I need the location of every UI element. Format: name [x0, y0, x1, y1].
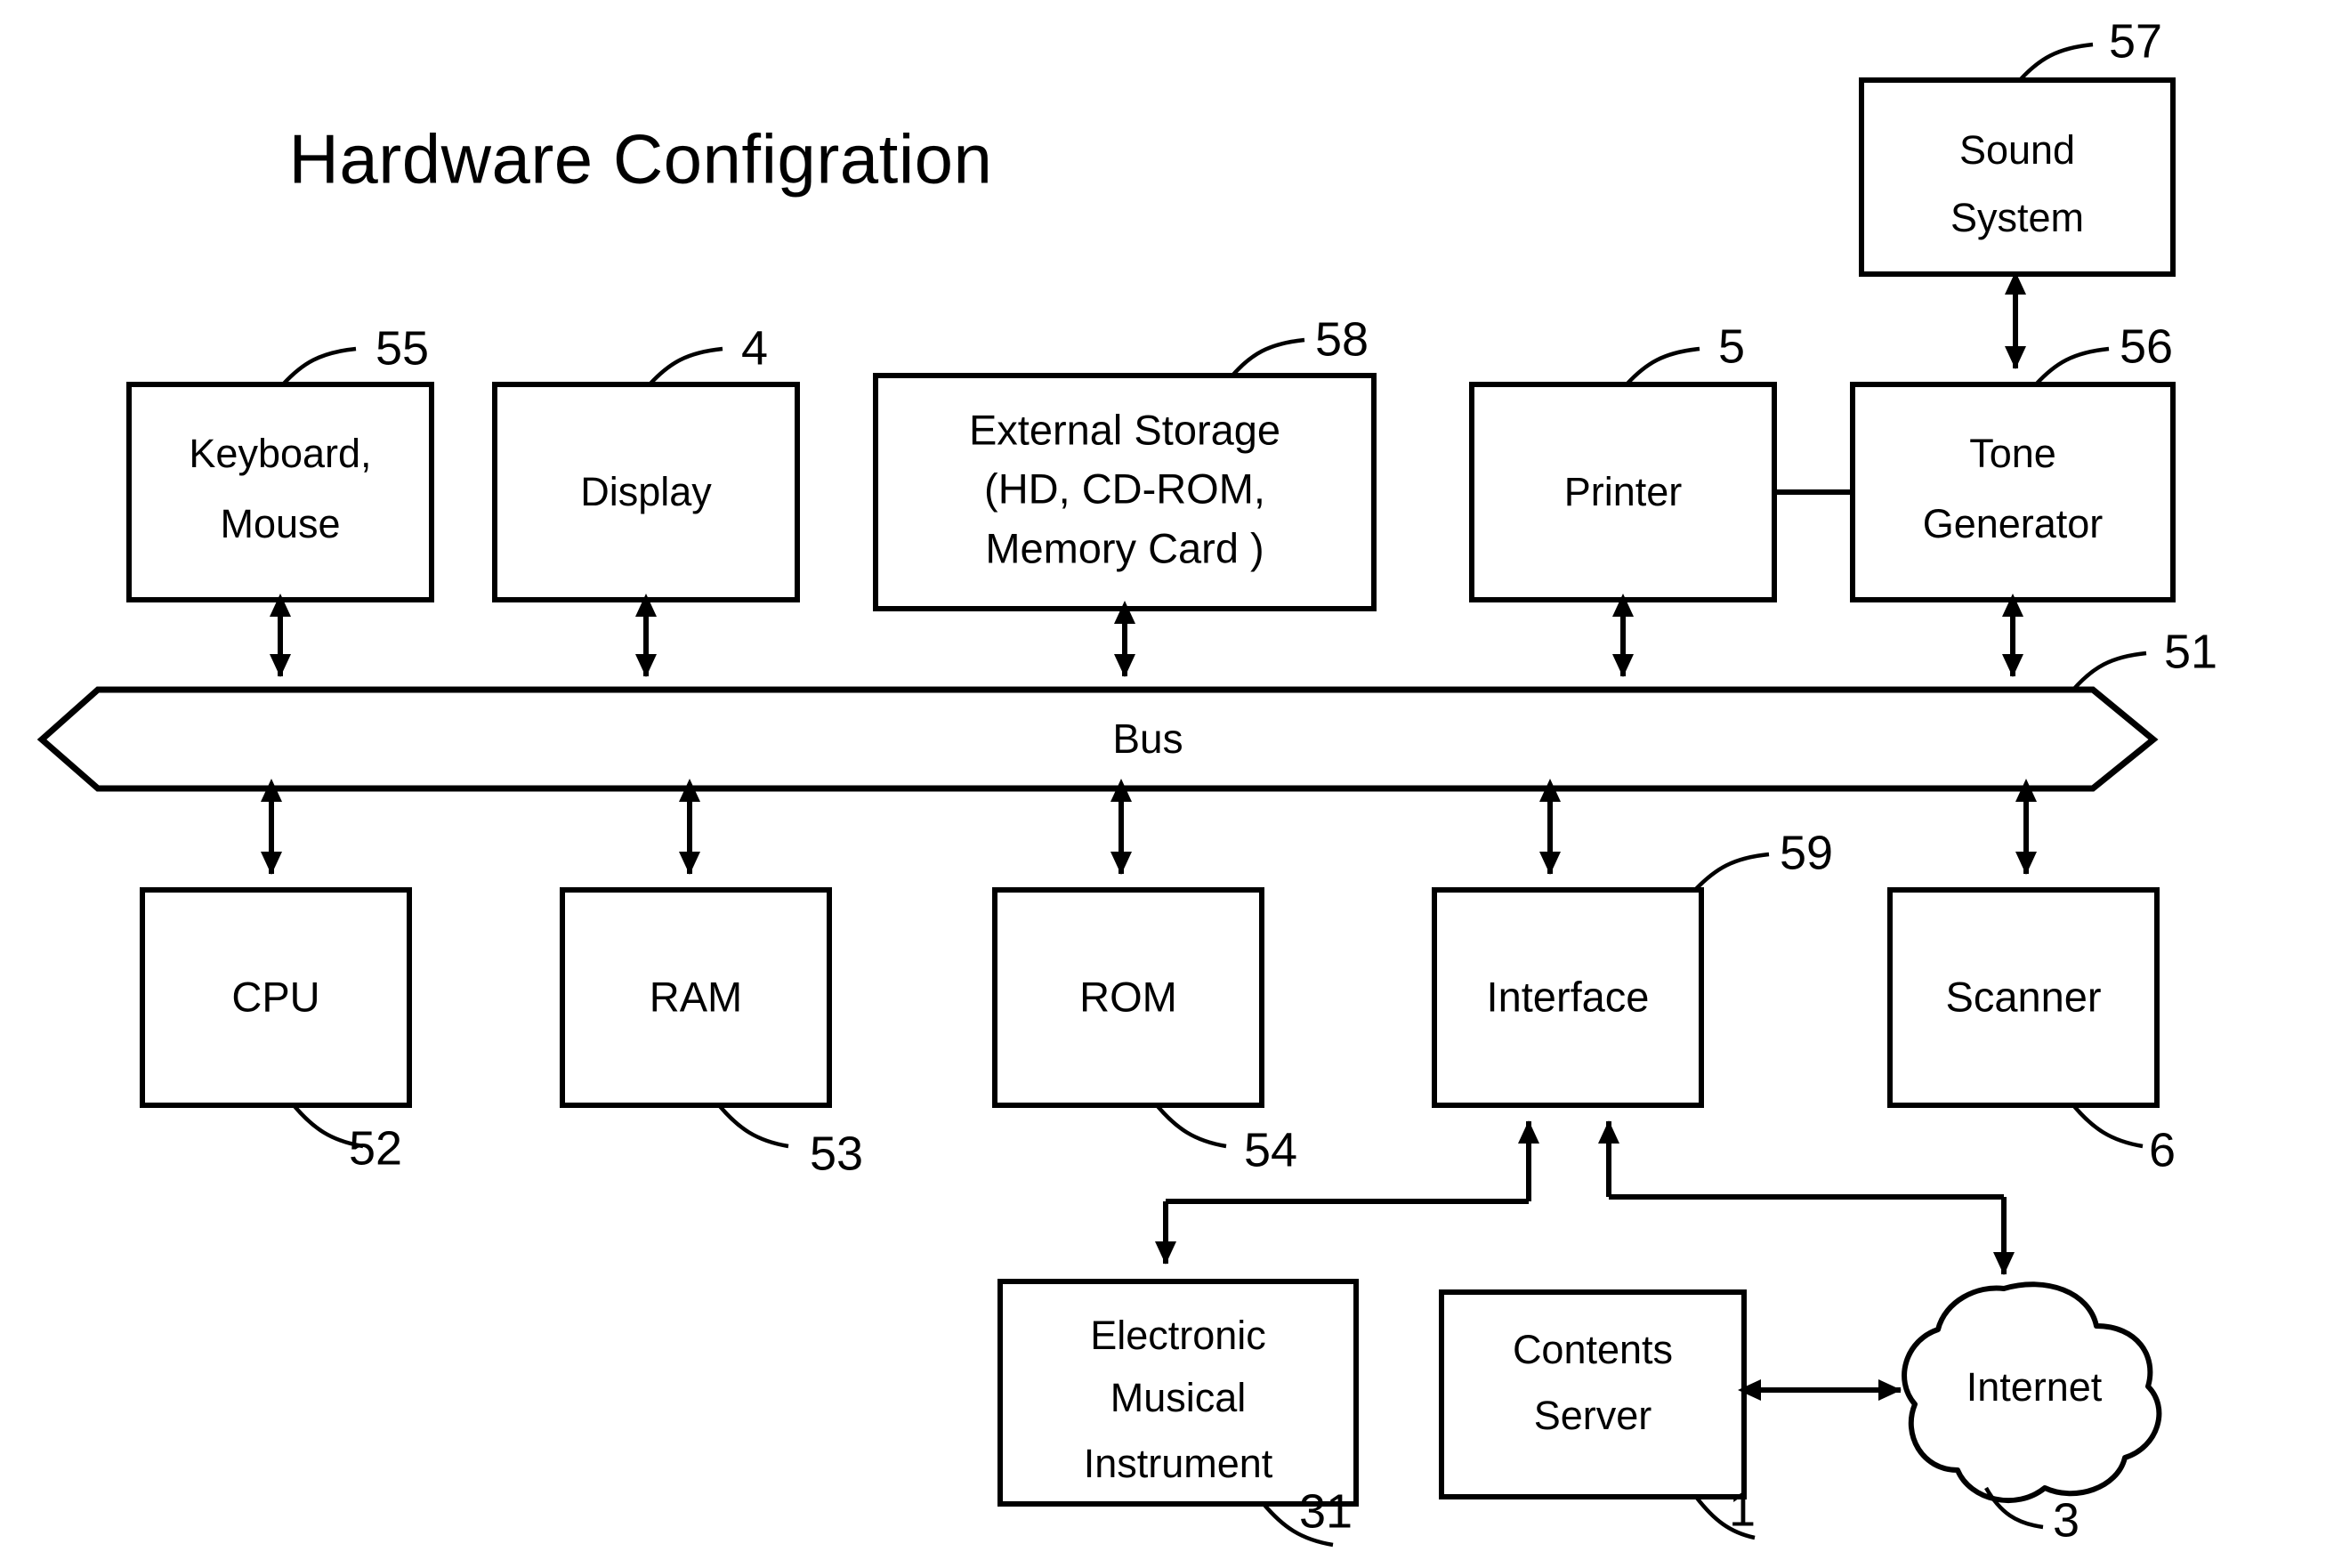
- box-contents-server-line2: Server: [1534, 1393, 1652, 1438]
- ref-label-56: 56: [2120, 319, 2173, 373]
- ref-label-3: 3: [2053, 1493, 2080, 1547]
- ref-label-52: 52: [349, 1121, 402, 1175]
- ref-label-53: 53: [810, 1127, 863, 1180]
- hardware-configuration-diagram: Hardware Configration Keyboard, Mouse 55…: [36, 14, 2217, 1547]
- box-emi-line2: Musical: [1110, 1375, 1247, 1420]
- box-keyboard-mouse-line2: Mouse: [220, 501, 340, 546]
- box-rom-label: ROM: [1079, 973, 1177, 1020]
- box-external-storage-line1: External Storage: [969, 406, 1280, 453]
- ref-label-57: 57: [2109, 14, 2162, 68]
- box-external-storage-line2: (HD, CD-ROM,: [984, 465, 1265, 512]
- cloud-internet-label: Internet: [1966, 1364, 2103, 1410]
- box-tone-generator-line2: Generator: [1923, 501, 2104, 546]
- ref-label-5: 5: [1718, 319, 1745, 373]
- bus-label: Bus: [1112, 715, 1183, 762]
- box-keyboard-mouse-line1: Keyboard,: [189, 431, 371, 476]
- ref-label-1: 1: [1729, 1483, 1756, 1536]
- ref-label-54: 54: [1244, 1123, 1297, 1176]
- box-sound-system-line1: Sound: [1959, 127, 2075, 173]
- figure-canvas: Hardware Configration Keyboard, Mouse 55…: [0, 0, 2342, 1568]
- box-contents-server-line1: Contents: [1513, 1327, 1673, 1372]
- box-printer-label: Printer: [1564, 469, 1683, 514]
- box-sound-system[interactable]: [1859, 77, 2176, 277]
- ref-label-55: 55: [376, 321, 429, 375]
- ref-label-31: 31: [1299, 1484, 1353, 1538]
- box-ram-label: RAM: [650, 973, 742, 1020]
- box-scanner-label: Scanner: [1945, 973, 2101, 1020]
- ref-label-51: 51: [2164, 625, 2217, 678]
- ref-label-4: 4: [741, 321, 768, 375]
- box-cpu-label: CPU: [231, 973, 319, 1020]
- box-tone-generator-line1: Tone: [1969, 431, 2056, 476]
- ref-label-6: 6: [2149, 1123, 2176, 1176]
- box-sound-system-line2: System: [1950, 195, 2084, 240]
- figure-title: Hardware Configration: [289, 120, 993, 198]
- ref-label-58: 58: [1315, 312, 1369, 366]
- box-display-label: Display: [580, 469, 712, 514]
- ref-label-59: 59: [1780, 826, 1833, 879]
- box-external-storage-line3: Memory Card ): [985, 524, 1264, 571]
- box-emi-line3: Instrument: [1084, 1441, 1273, 1486]
- box-emi-line1: Electronic: [1090, 1313, 1266, 1358]
- bus-bar[interactable]: [36, 686, 2159, 792]
- box-tone-generator[interactable]: [1850, 382, 2176, 602]
- box-interface-label: Interface: [1487, 973, 1650, 1020]
- box-keyboard-mouse[interactable]: [126, 382, 434, 602]
